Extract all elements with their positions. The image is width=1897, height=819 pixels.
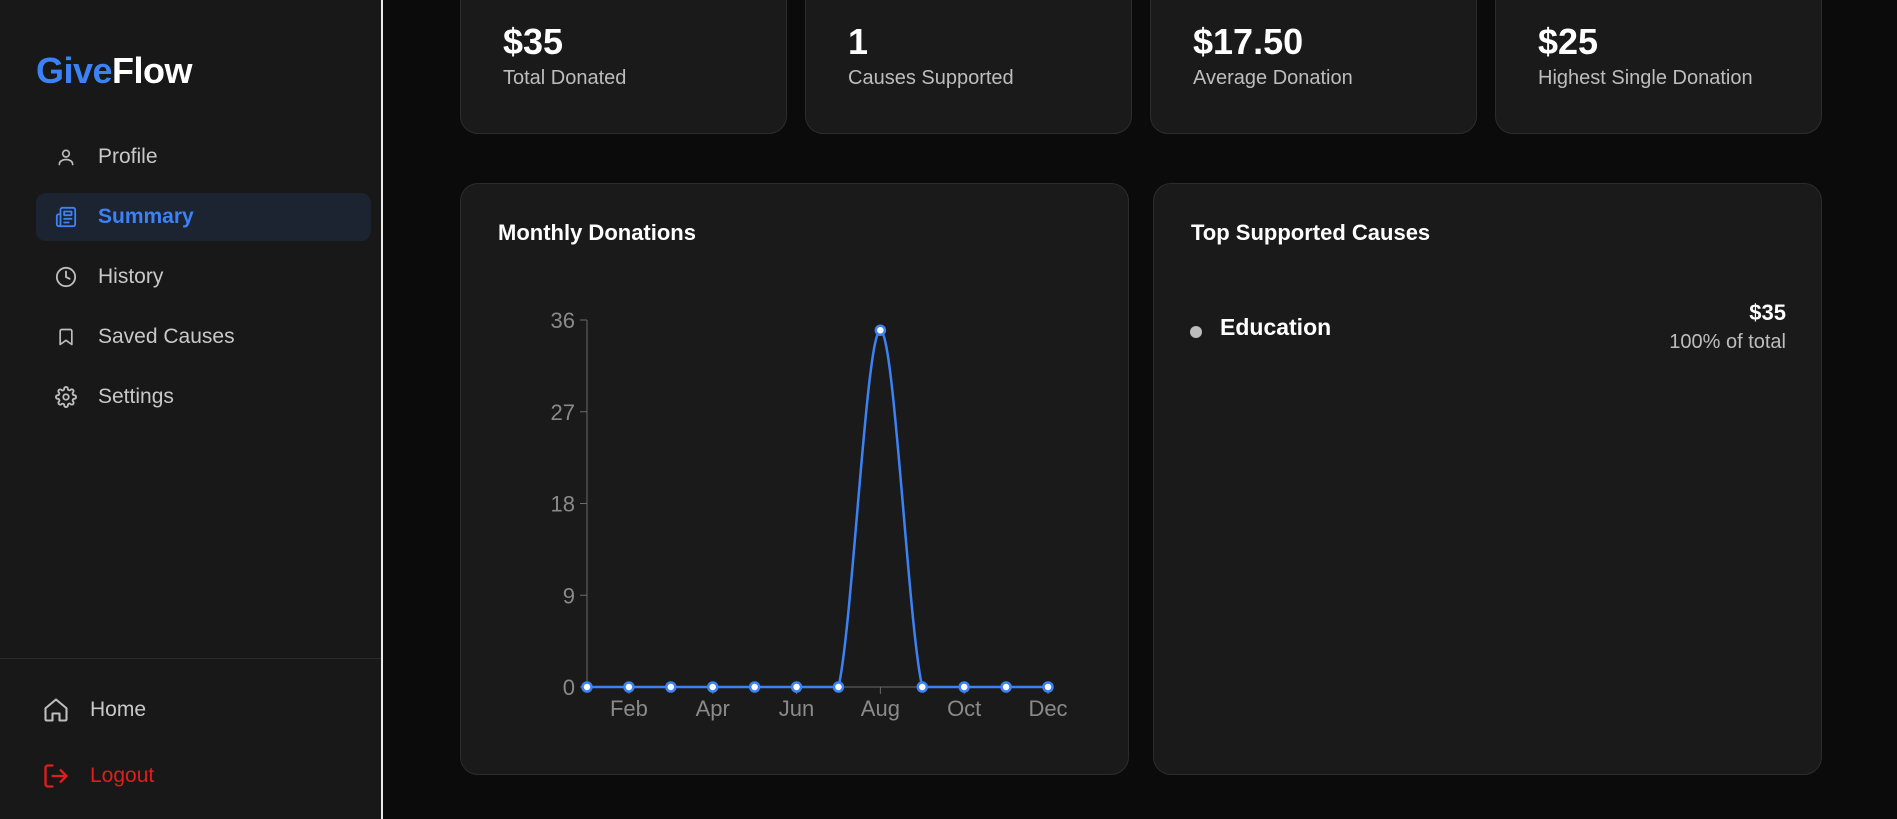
y-tick-label: 27 <box>551 400 575 425</box>
stat-card-highest-donation: $25 Highest Single Donation <box>1495 0 1822 134</box>
home-label: Home <box>90 698 147 721</box>
stat-value: 1 <box>848 21 869 62</box>
sidebar-item-label: History <box>98 265 164 288</box>
logout-button[interactable]: Logout <box>42 756 154 796</box>
monthly-donations-panel: Monthly Donations 0 9 18 27 36 Feb Apr Jun Aug Oc… <box>460 183 1129 775</box>
cause-amount: $35 <box>1749 300 1786 325</box>
stat-card-total-donated: $35 Total Donated <box>460 0 787 134</box>
brand-logo[interactable]: GiveFlow <box>36 50 193 92</box>
app-root: GiveFlow Profile Summary History Saved C <box>0 0 1897 819</box>
data-point <box>665 681 677 693</box>
brand-logo-part1: Give <box>36 50 113 91</box>
gear-icon <box>54 385 78 409</box>
bookmark-icon <box>54 325 78 349</box>
sidebar-item-settings[interactable]: Settings <box>36 373 371 421</box>
x-tick-label: Oct <box>947 696 981 721</box>
sidebar-item-history[interactable]: History <box>36 253 371 301</box>
sidebar-item-label: Saved Causes <box>98 325 235 348</box>
x-tick-label: Aug <box>861 696 900 721</box>
data-point <box>790 681 803 693</box>
data-point <box>958 681 970 693</box>
data-point <box>874 324 887 336</box>
home-link[interactable]: Home <box>42 690 146 730</box>
data-point <box>1000 681 1012 693</box>
data-point <box>748 681 761 693</box>
x-tick-label: Apr <box>696 696 730 721</box>
stat-value: $17.50 <box>1193 21 1304 62</box>
sidebar-item-saved-causes[interactable]: Saved Causes <box>36 313 371 361</box>
y-tick-label: 36 <box>551 308 575 333</box>
data-point <box>1042 681 1054 693</box>
stat-label: Average Donation <box>1193 67 1353 89</box>
stat-value: $35 <box>503 21 564 62</box>
top-causes-panel: Top Supported Causes Education $35 100% … <box>1153 183 1822 775</box>
sidebar-item-label: Settings <box>98 385 174 408</box>
stat-value: $25 <box>1538 21 1599 62</box>
sidebar-item-label: Summary <box>98 205 194 228</box>
stat-label: Highest Single Donation <box>1538 67 1753 89</box>
x-tick-label: Jun <box>779 696 814 721</box>
y-tick-label: 9 <box>563 583 575 608</box>
data-point <box>623 681 635 693</box>
sidebar: GiveFlow Profile Summary History Saved C <box>0 0 383 819</box>
stat-label: Causes Supported <box>848 67 1014 89</box>
stat-card-causes-supported: 1 Causes Supported <box>805 0 1132 134</box>
cause-bullet-icon <box>1190 326 1202 338</box>
stat-label: Total Donated <box>503 67 627 89</box>
data-point <box>581 681 593 693</box>
x-tick-label: Feb <box>610 696 648 721</box>
cause-row[interactable]: Education $35 100% of total <box>1190 300 1786 369</box>
series-line <box>587 328 1048 689</box>
logout-label: Logout <box>90 764 155 787</box>
stat-card-average-donation: $17.50 Average Donation <box>1150 0 1477 134</box>
sidebar-item-profile[interactable]: Profile <box>36 133 371 181</box>
y-tick-label: 0 <box>563 675 575 700</box>
data-point <box>916 681 929 693</box>
sidebar-divider <box>0 658 381 659</box>
panel-title: Top Supported Causes <box>1191 220 1431 245</box>
brand-logo-part2: Flow <box>112 50 193 91</box>
clock-icon <box>54 265 78 289</box>
sidebar-item-label: Profile <box>98 145 158 168</box>
sidebar-item-summary[interactable]: Summary <box>36 193 371 241</box>
data-point <box>706 681 719 693</box>
x-tick-label: Dec <box>1028 696 1067 721</box>
logout-icon <box>42 762 70 790</box>
y-tick-label: 18 <box>551 492 575 517</box>
cause-percentage: 100% of total <box>1669 331 1786 353</box>
home-icon <box>42 696 70 724</box>
data-point <box>832 681 845 693</box>
user-icon <box>54 145 78 169</box>
cause-name: Education <box>1220 314 1332 340</box>
monthly-donations-chart: 0 9 18 27 36 Feb Apr Jun Aug Oct Dec <box>551 308 1068 721</box>
newspaper-icon <box>54 205 78 229</box>
